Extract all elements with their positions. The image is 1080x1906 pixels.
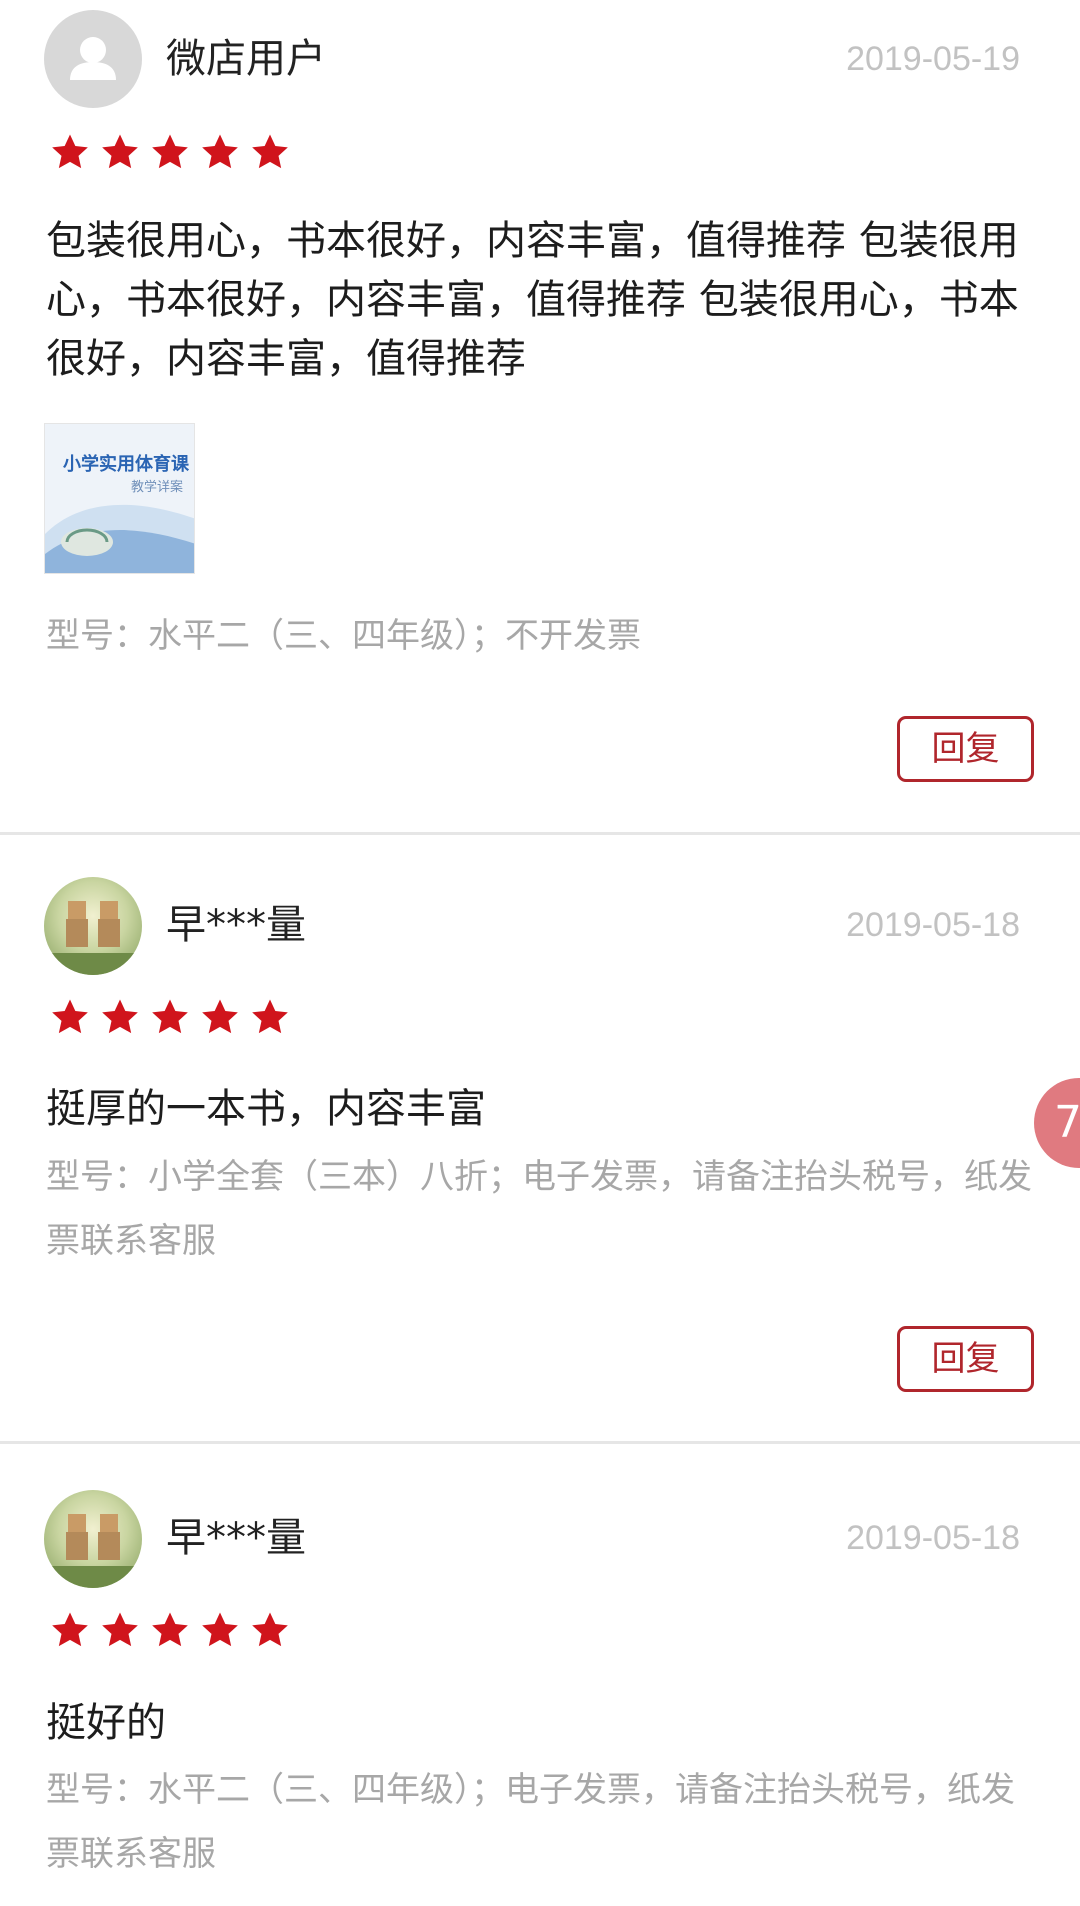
star-icon — [102, 134, 138, 169]
star-icon — [52, 134, 88, 169]
star-icon — [252, 999, 288, 1034]
review-item: 微店用户 2019-05-19 包装很用心，书本很好，内容丰富，值得推荐 包装很… — [0, 0, 1080, 832]
star-icon — [152, 1612, 188, 1647]
avatar-photo — [44, 901, 142, 975]
review-date: 2019-05-19 — [846, 40, 1020, 78]
review-date: 2019-05-18 — [846, 1519, 1020, 1557]
username: 早***量 — [166, 902, 306, 948]
star-icon — [202, 999, 238, 1034]
reply-button[interactable]: 回复 — [897, 1326, 1034, 1392]
review-text: 挺厚的一本书，内容丰富 — [46, 1086, 486, 1132]
star-icon — [152, 999, 188, 1034]
star-icon — [152, 134, 188, 169]
review-photo[interactable]: 小学实用体育课 教学详案 — [44, 423, 195, 574]
product-spec: 型号：水平二（三、四年级）；不开发票 — [46, 616, 641, 656]
avatar[interactable] — [44, 877, 142, 975]
avatar-photo — [44, 1514, 142, 1588]
star-icon — [202, 134, 238, 169]
star-rating — [50, 132, 290, 172]
review-text: 挺好的 — [46, 1700, 166, 1746]
star-icon — [102, 999, 138, 1034]
review-text: 包装很用心，书本很好，内容丰富，值得推荐 包装很用心，书本很好，内容丰富，值得推… — [46, 218, 1019, 382]
reply-button[interactable]: 回复 — [897, 716, 1034, 782]
star-icon — [252, 134, 288, 169]
star-rating — [50, 1610, 290, 1650]
review-item: 早***量 2019-05-18 挺好的 型号：水平二（三、四年级）；电子发票，… — [0, 1444, 1080, 1906]
username: 早***量 — [166, 1515, 306, 1561]
star-icon — [102, 1612, 138, 1647]
product-spec: 型号：小学全套（三本）八折；电子发票，请备注抬头税号，纸发票联系客服 — [46, 1157, 1032, 1261]
review-item: 早***量 2019-05-18 挺厚的一本书，内容丰富 型号：小学全套（三本）… — [0, 835, 1080, 1441]
avatar[interactable] — [44, 10, 142, 108]
product-spec: 型号：水平二（三、四年级）；电子发票，请备注抬头税号，纸发票联系客服 — [46, 1770, 1015, 1874]
star-icon — [252, 1612, 288, 1647]
review-date: 2019-05-18 — [846, 906, 1020, 944]
star-icon — [202, 1612, 238, 1647]
star-icon — [52, 1612, 88, 1647]
username: 微店用户 — [166, 36, 326, 82]
book-cover-art — [45, 504, 194, 573]
star-rating — [50, 997, 290, 1037]
user-silhouette-icon — [70, 37, 116, 80]
star-icon — [52, 999, 88, 1034]
avatar[interactable] — [44, 1490, 142, 1588]
